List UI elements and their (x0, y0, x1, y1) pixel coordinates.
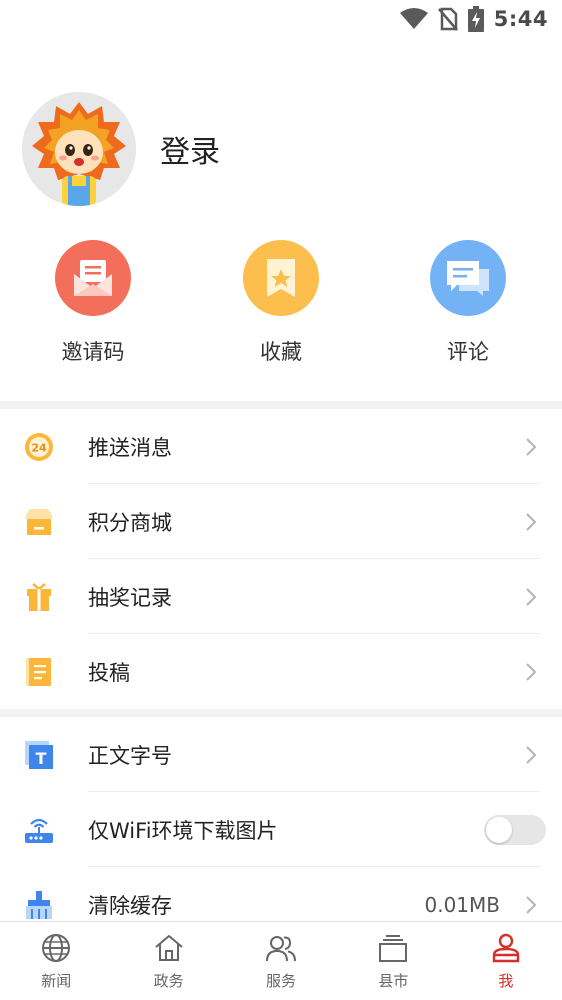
menu-label-lottery-records: 抽奖记录 (88, 585, 172, 610)
font-size-icon: T (25, 740, 53, 769)
favorites-label: 收藏 (260, 340, 302, 364)
cache-size-value: 0.01MB (424, 892, 500, 917)
comments-label: 评论 (447, 340, 489, 364)
gift-icon (27, 582, 51, 611)
comment-bubbles-icon (430, 240, 506, 316)
lion-mascot-avatar (22, 92, 136, 206)
chevron-right-icon (526, 512, 537, 531)
home-icon (154, 935, 183, 961)
favorites-button[interactable]: 收藏 (221, 240, 341, 366)
shop-icon (26, 508, 52, 535)
invite-code-button[interactable]: 邀请码 (33, 240, 153, 366)
menu-label-wifi-only-images: 仅WiFi环境下载图片 (88, 818, 278, 843)
svg-text:24: 24 (31, 441, 47, 454)
chevron-right-icon (526, 437, 537, 456)
section-divider (0, 401, 562, 409)
bottom-navigation: 新闻 政务 服务 县市 我 (0, 921, 562, 1000)
status-icons: 5:44 (399, 6, 548, 32)
nav-label-me: 我 (498, 972, 514, 990)
menu-label-push-messages: 推送消息 (88, 435, 172, 460)
layers-icon (379, 935, 408, 962)
svg-text:T: T (36, 749, 47, 768)
status-bar: 5:44 (0, 0, 562, 40)
nav-label-services: 服务 (266, 972, 297, 990)
chevron-right-icon (526, 745, 537, 764)
menu-item-points-mall[interactable]: 积分商城 (0, 484, 562, 559)
no-sim-icon (437, 7, 458, 31)
quick-actions: 邀请码 收藏 评论 (0, 240, 562, 370)
invite-envelope-icon (55, 240, 131, 316)
nav-tab-services[interactable]: 服务 (225, 922, 337, 1000)
chevron-right-icon (526, 895, 537, 914)
nav-label-counties: 县市 (378, 972, 409, 990)
nav-tab-government[interactable]: 政务 (112, 922, 224, 1000)
users-icon (266, 936, 297, 962)
login-link[interactable]: 登录 (160, 127, 220, 171)
chevron-right-icon (526, 662, 537, 681)
nav-label-government: 政务 (153, 972, 184, 990)
nav-tab-news[interactable]: 新闻 (0, 922, 112, 1000)
notebook-icon (26, 657, 51, 686)
nav-label-news: 新闻 (41, 972, 72, 990)
broom-icon (26, 890, 52, 919)
menu-item-wifi-only-images: 仅WiFi环境下载图片 (0, 792, 562, 867)
section-divider (0, 709, 562, 717)
nav-tab-counties[interactable]: 县市 (337, 922, 449, 1000)
wifi-only-toggle[interactable] (484, 814, 546, 845)
battery-charging-icon (467, 6, 484, 32)
menu-item-submit-article[interactable]: 投稿 (0, 634, 562, 709)
menu-label-font-size: 正文字号 (88, 743, 172, 768)
profile-icon (492, 933, 520, 963)
bookmark-star-icon (243, 240, 319, 316)
menu-label-clear-cache: 清除缓存 (88, 893, 172, 918)
menu-item-lottery-records[interactable]: 抽奖记录 (0, 559, 562, 634)
nav-tab-me[interactable]: 我 (450, 922, 562, 1000)
avatar[interactable] (22, 92, 136, 206)
globe-icon (42, 934, 71, 962)
menu-item-push-messages[interactable]: 24 推送消息 (0, 409, 562, 484)
router-icon (25, 818, 53, 843)
comments-button[interactable]: 评论 (408, 240, 528, 366)
chevron-right-icon (526, 587, 537, 606)
invite-code-label: 邀请码 (61, 340, 125, 364)
wifi-icon (399, 8, 428, 29)
status-time: 5:44 (493, 7, 548, 31)
menu-item-font-size[interactable]: T 正文字号 (0, 717, 562, 792)
toggle-knob (486, 816, 512, 843)
menu-label-submit-article: 投稿 (88, 660, 130, 685)
menu-label-points-mall: 积分商城 (88, 510, 172, 535)
push-24-icon: 24 (25, 432, 53, 461)
profile-header[interactable]: 登录 (22, 92, 220, 206)
